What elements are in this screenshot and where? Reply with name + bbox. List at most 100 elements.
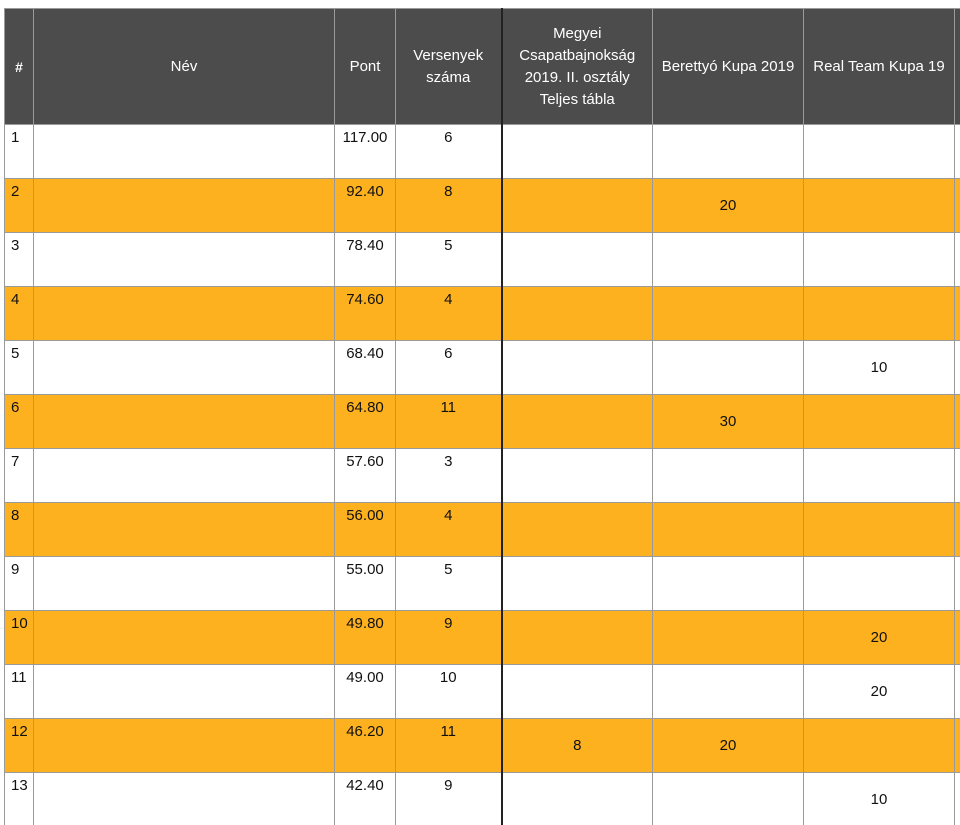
points-cell: 42.40 <box>334 772 396 825</box>
points-cell: 78.40 <box>334 232 396 287</box>
competition-berettyo-cell <box>652 340 804 395</box>
competition-berettyo-cell <box>652 610 804 665</box>
header-competition-megyei[interactable]: Megyei Csapatbajnokság 2019. II. osztály… <box>500 8 653 125</box>
standings-table-viewport: # Név Pont Versenyek száma Megyei Csapat… <box>4 8 960 825</box>
competition-berettyo-cell: 20 <box>652 178 804 233</box>
table-row[interactable]: 13 42.40 9 10 <box>4 772 960 825</box>
competition-berettyo-cell <box>652 556 804 611</box>
competition-next-cell <box>954 178 960 233</box>
name-cell <box>33 448 335 503</box>
competition-megyei-cell <box>500 394 653 449</box>
competition-berettyo-cell <box>652 286 804 341</box>
events-count-cell: 6 <box>395 340 502 395</box>
header-points[interactable]: Pont <box>334 8 396 125</box>
points-cell: 49.00 <box>334 664 396 719</box>
rank-cell: 13 <box>4 772 34 825</box>
events-count-cell: 5 <box>395 232 502 287</box>
competition-real-team-cell <box>803 232 955 287</box>
events-count-cell: 4 <box>395 502 502 557</box>
name-cell <box>33 286 335 341</box>
competition-megyei-cell <box>500 286 653 341</box>
competition-next-cell <box>954 232 960 287</box>
competition-megyei-cell <box>500 556 653 611</box>
competition-next-cell <box>954 556 960 611</box>
competition-real-team-cell: 20 <box>803 610 955 665</box>
events-count-cell: 3 <box>395 448 502 503</box>
competition-megyei-cell: 8 <box>500 718 653 773</box>
header-row: # Név Pont Versenyek száma Megyei Csapat… <box>4 8 960 125</box>
name-cell <box>33 718 335 773</box>
table-row[interactable]: 10 49.80 9 20 <box>4 610 960 665</box>
points-cell: 49.80 <box>334 610 396 665</box>
events-count-cell: 9 <box>395 610 502 665</box>
competition-berettyo-cell: 30 <box>652 394 804 449</box>
events-count-cell: 11 <box>395 718 502 773</box>
name-cell <box>33 502 335 557</box>
competition-next-cell <box>954 718 960 773</box>
table-row[interactable]: 2 92.40 8 20 <box>4 178 960 233</box>
events-count-cell: 11 <box>395 394 502 449</box>
competition-megyei-cell <box>500 664 653 719</box>
table-row[interactable]: 7 57.60 3 <box>4 448 960 503</box>
header-competition-next[interactable] <box>954 8 960 125</box>
competition-berettyo-cell: 20 <box>652 718 804 773</box>
header-rank[interactable]: # <box>4 8 34 125</box>
competition-real-team-cell: 10 <box>803 340 955 395</box>
points-cell: 68.40 <box>334 340 396 395</box>
name-cell <box>33 124 335 179</box>
header-competition-real-team[interactable]: Real Team Kupa 19 <box>803 8 955 125</box>
rank-cell: 10 <box>4 610 34 665</box>
points-cell: 46.20 <box>334 718 396 773</box>
competition-megyei-cell <box>500 178 653 233</box>
events-count-cell: 5 <box>395 556 502 611</box>
competition-real-team-cell <box>803 394 955 449</box>
table-row[interactable]: 4 74.60 4 <box>4 286 960 341</box>
rank-cell: 3 <box>4 232 34 287</box>
standings-table: # Név Pont Versenyek száma Megyei Csapat… <box>4 8 960 825</box>
events-count-cell: 10 <box>395 664 502 719</box>
table-row[interactable]: 3 78.40 5 <box>4 232 960 287</box>
competition-next-cell <box>954 610 960 665</box>
name-cell <box>33 178 335 233</box>
competition-megyei-cell <box>500 610 653 665</box>
name-cell <box>33 772 335 825</box>
name-cell <box>33 664 335 719</box>
events-count-cell: 8 <box>395 178 502 233</box>
name-cell <box>33 556 335 611</box>
events-count-cell: 4 <box>395 286 502 341</box>
competition-berettyo-cell <box>652 502 804 557</box>
header-name[interactable]: Név <box>33 8 335 125</box>
header-events-count[interactable]: Versenyek száma <box>395 8 502 125</box>
events-count-cell: 9 <box>395 772 502 825</box>
table-row[interactable]: 8 56.00 4 <box>4 502 960 557</box>
competition-berettyo-cell <box>652 772 804 825</box>
name-cell <box>33 610 335 665</box>
name-cell <box>33 340 335 395</box>
competition-next-cell <box>954 502 960 557</box>
competition-real-team-cell <box>803 124 955 179</box>
rank-cell: 12 <box>4 718 34 773</box>
competition-real-team-cell <box>803 448 955 503</box>
table-row[interactable]: 11 49.00 10 20 <box>4 664 960 719</box>
table-body: 1 117.00 6 2 92.40 8 20 3 78.40 5 4 74.60 4 5 68.40 6 10… <box>4 124 960 825</box>
header-competition-berettyo[interactable]: Berettyó Kupa 2019 <box>652 8 804 125</box>
table-row[interactable]: 12 46.20 11 8 20 <box>4 718 960 773</box>
points-cell: 57.60 <box>334 448 396 503</box>
name-cell <box>33 394 335 449</box>
rank-cell: 6 <box>4 394 34 449</box>
table-row[interactable]: 1 117.00 6 <box>4 124 960 179</box>
rank-cell: 1 <box>4 124 34 179</box>
competition-next-cell <box>954 340 960 395</box>
table-row[interactable]: 9 55.00 5 <box>4 556 960 611</box>
competition-next-cell <box>954 664 960 719</box>
points-cell: 92.40 <box>334 178 396 233</box>
rank-cell: 9 <box>4 556 34 611</box>
competition-berettyo-cell <box>652 232 804 287</box>
competition-next-cell <box>954 448 960 503</box>
competition-next-cell <box>954 772 960 825</box>
rank-cell: 7 <box>4 448 34 503</box>
table-row[interactable]: 5 68.40 6 10 <box>4 340 960 395</box>
competition-megyei-cell <box>500 340 653 395</box>
competition-berettyo-cell <box>652 664 804 719</box>
table-row[interactable]: 6 64.80 11 30 <box>4 394 960 449</box>
